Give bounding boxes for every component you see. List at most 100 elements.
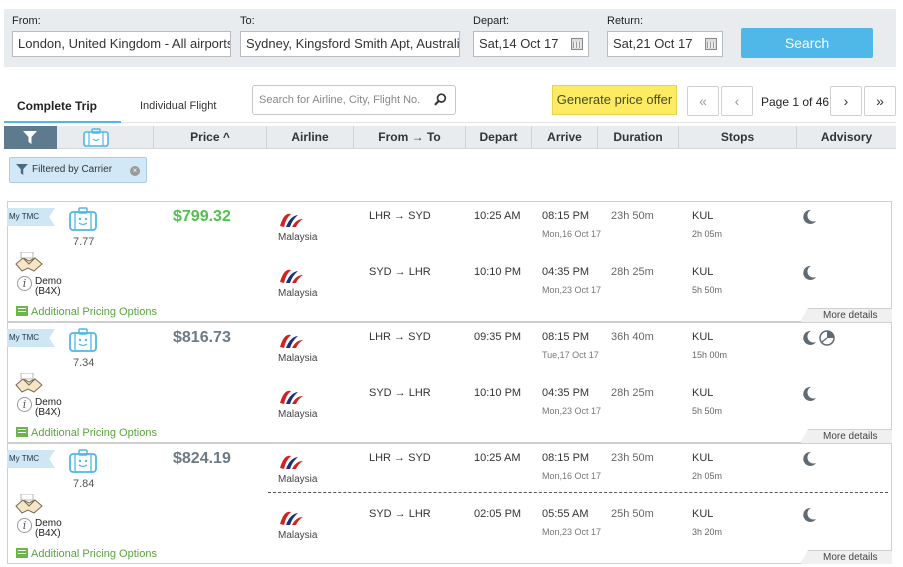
column-stops[interactable]: Stops: [678, 126, 796, 149]
result-card: My TMC 7.77 i Demo (B4X) Additional Prici…: [7, 201, 892, 322]
arrive-time: 04:35 PM: [542, 266, 590, 278]
to-input[interactable]: Sydney, Kingsford Smith Apt, Australia: [240, 31, 460, 57]
next-page-button[interactable]: ›: [830, 86, 862, 116]
search-icon[interactable]: [434, 93, 447, 106]
route: SYD → LHR: [369, 266, 431, 278]
flight-leg[interactable]: Malaysia SYD → LHR 10:10 PM 04:35 PM Mon…: [8, 258, 893, 308]
duration: 28h 25m: [611, 266, 654, 278]
column-price[interactable]: Price ^: [153, 126, 266, 149]
stop-duration: 3h 20m: [692, 527, 723, 537]
night-icon[interactable]: [801, 386, 817, 405]
depart-field: Depart: Sat,14 Oct 17: [473, 15, 589, 57]
last-page-button[interactable]: »: [864, 86, 896, 116]
column-advisory[interactable]: Advisory: [796, 126, 896, 149]
result-card: My TMC 7.84 i Demo (B4X) Additional Prici…: [7, 443, 892, 564]
from-input[interactable]: London, United Kingdom - All airports: [12, 31, 231, 57]
more-details-link[interactable]: More details: [800, 308, 892, 322]
depart-time: 10:10 PM: [474, 387, 522, 399]
active-tab-indicator: [4, 121, 121, 123]
arrive-date: Mon,16 Oct 17: [542, 471, 602, 481]
route: SYD → LHR: [369, 508, 431, 520]
airline-search-input[interactable]: Search for Airline, City, Flight No.: [252, 85, 456, 115]
route: LHR → SYD: [369, 331, 431, 343]
column-arrive[interactable]: Arrive: [531, 126, 597, 149]
flight-leg[interactable]: Malaysia LHR → SYD 10:25 AM 08:15 PM Mon…: [8, 444, 893, 494]
arrive-time: 05:55 AM: [542, 508, 589, 520]
depart-value: Sat,14 Oct 17: [479, 36, 559, 51]
more-details-link[interactable]: More details: [800, 429, 892, 443]
night-icon[interactable]: [801, 265, 817, 284]
stop-duration: 5h 50m: [692, 406, 723, 416]
calendar-icon[interactable]: [571, 38, 583, 50]
duration: 28h 25m: [611, 387, 654, 399]
flight-leg[interactable]: Malaysia SYD → LHR 02:05 PM 05:55 AM Mon…: [8, 500, 893, 550]
from-field: From: London, United Kingdom - All airpo…: [12, 15, 231, 57]
malaysia-airlines-logo: [280, 455, 303, 469]
duration: 36h 40m: [611, 331, 654, 343]
return-field: Return: Sat,21 Oct 17: [607, 15, 723, 57]
stop-airport: KUL: [692, 387, 714, 399]
malaysia-airlines-logo: [280, 213, 303, 227]
search-button[interactable]: Search: [741, 28, 873, 58]
arrive-time: 08:15 PM: [542, 452, 590, 464]
first-page-button[interactable]: «: [687, 86, 719, 116]
page-info: Page 1 of 46: [761, 95, 830, 109]
generate-price-offer-button[interactable]: Generate price offer: [552, 85, 677, 115]
airline-name: Malaysia: [278, 409, 318, 420]
arrive-date: Mon,16 Oct 17: [542, 229, 602, 239]
airline-name: Malaysia: [278, 232, 318, 243]
depart-time: 09:35 PM: [474, 331, 522, 343]
luggage-icon[interactable]: [83, 128, 109, 147]
filter-icon: [16, 164, 28, 175]
calendar-icon[interactable]: [705, 38, 717, 50]
arrive-time: 08:15 PM: [542, 331, 590, 343]
filter-toggle[interactable]: [4, 126, 57, 149]
return-input[interactable]: Sat,21 Oct 17: [607, 31, 723, 57]
malaysia-airlines-logo: [280, 269, 303, 283]
stop-airport: KUL: [692, 210, 714, 222]
tab-complete-trip[interactable]: Complete Trip: [17, 99, 97, 113]
route: SYD → LHR: [369, 387, 431, 399]
column-depart[interactable]: Depart: [465, 126, 531, 149]
route: LHR → SYD: [369, 452, 431, 464]
stop-duration: 2h 05m: [692, 229, 723, 239]
night-icon[interactable]: [801, 451, 817, 470]
depart-time: 10:25 AM: [474, 452, 521, 464]
duration: 25h 50m: [611, 508, 654, 520]
flight-leg[interactable]: Malaysia LHR → SYD 10:25 AM 08:15 PM Mon…: [8, 202, 893, 252]
results-header: Price ^ Airline From → To Depart Arrive …: [4, 126, 896, 149]
night-icon[interactable]: [801, 209, 817, 228]
arrive-date: Mon,23 Oct 17: [542, 527, 602, 537]
filter-icon: [23, 131, 37, 144]
column-duration[interactable]: Duration: [597, 126, 678, 149]
arrive-date: Mon,23 Oct 17: [542, 285, 602, 295]
flight-leg[interactable]: Malaysia SYD → LHR 10:10 PM 04:35 PM Mon…: [8, 379, 893, 429]
close-icon[interactable]: ×: [130, 166, 140, 176]
flight-leg[interactable]: Malaysia LHR → SYD 09:35 PM 08:15 PM Tue…: [8, 323, 893, 373]
column-from-to[interactable]: From → To: [353, 126, 465, 149]
tab-divider: [121, 122, 896, 123]
prev-page-button[interactable]: ‹: [721, 86, 753, 116]
long-layover-icon[interactable]: [819, 330, 835, 349]
depart-time: 02:05 PM: [474, 508, 522, 520]
night-icon[interactable]: [801, 330, 817, 349]
tab-individual-flight[interactable]: Individual Flight: [140, 100, 216, 112]
airline-search-placeholder: Search for Airline, City, Flight No.: [259, 94, 421, 106]
duration: 23h 50m: [611, 210, 654, 222]
duration: 23h 50m: [611, 452, 654, 464]
stop-duration: 5h 50m: [692, 285, 723, 295]
stop-duration: 15h 00m: [692, 350, 728, 360]
to-label: To:: [240, 15, 255, 27]
stop-airport: KUL: [692, 508, 714, 520]
depart-input[interactable]: Sat,14 Oct 17: [473, 31, 589, 57]
arrive-date: Mon,23 Oct 17: [542, 406, 602, 416]
filter-chip-label: Filtered by Carrier: [32, 164, 113, 175]
depart-time: 10:25 AM: [474, 210, 521, 222]
night-icon[interactable]: [801, 507, 817, 526]
column-airline[interactable]: Airline: [266, 126, 353, 149]
depart-label: Depart:: [473, 15, 510, 27]
return-label: Return:: [607, 15, 644, 27]
result-card: My TMC 7.34 i Demo (B4X) Additional Prici…: [7, 322, 892, 443]
more-details-link[interactable]: More details: [800, 550, 892, 564]
airline-name: Malaysia: [278, 474, 318, 485]
